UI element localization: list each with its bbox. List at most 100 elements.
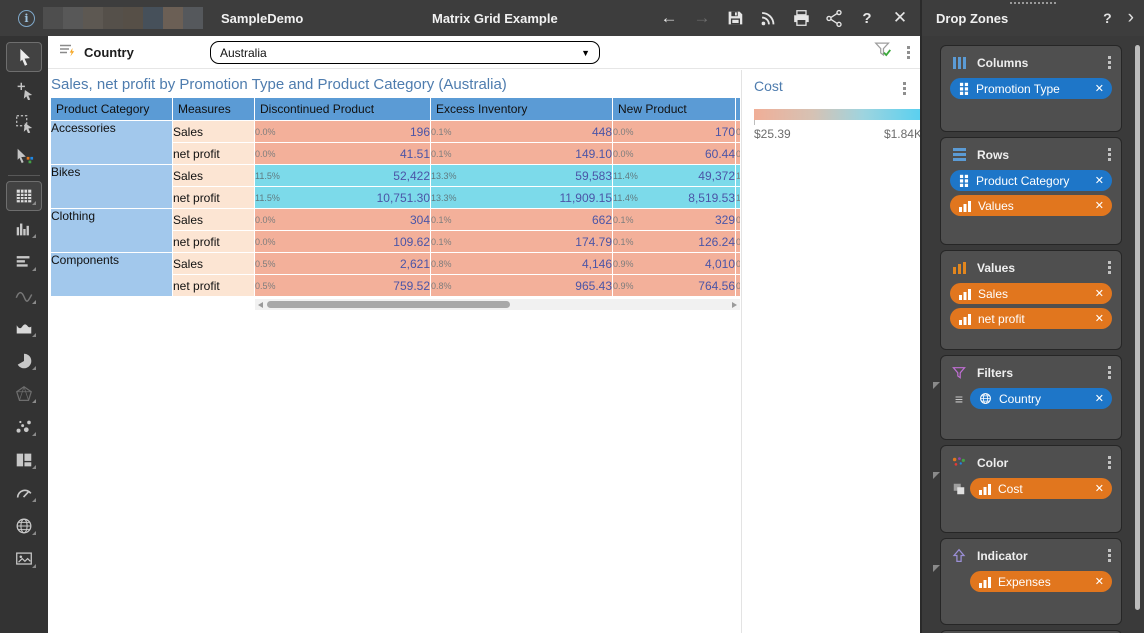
section-menu-icon[interactable] bbox=[1104, 52, 1115, 73]
smart-pointer-tool[interactable] bbox=[0, 139, 48, 172]
matrix-cell[interactable]: 0.0%196 bbox=[255, 121, 431, 143]
treemap-tool[interactable] bbox=[0, 443, 48, 476]
drop-zone-values[interactable]: Values Sales ✕ net profit ✕ bbox=[940, 250, 1122, 350]
matrix-cell[interactable]: 0.5%2,621 bbox=[255, 253, 431, 275]
measure-cell[interactable]: Sales bbox=[173, 209, 255, 231]
pill-product-category[interactable]: Product Category ✕ bbox=[950, 170, 1112, 191]
publish-rss-icon[interactable] bbox=[756, 6, 780, 30]
remove-icon[interactable]: ✕ bbox=[1095, 312, 1104, 325]
drop-zone-rows[interactable]: Rows Product Category ✕ Values ✕ bbox=[940, 137, 1122, 245]
legend-menu-icon[interactable] bbox=[899, 78, 910, 99]
matrix-cell[interactable]: 0.9%764.56 bbox=[613, 275, 736, 297]
matrix-cell[interactable]: 0.0%41.51 bbox=[255, 143, 431, 165]
section-menu-icon[interactable] bbox=[1104, 257, 1115, 278]
remove-icon[interactable]: ✕ bbox=[1095, 392, 1104, 405]
marquee-select-tool[interactable] bbox=[0, 106, 48, 139]
section-menu-icon[interactable] bbox=[1104, 452, 1115, 473]
measure-cell[interactable]: Sales bbox=[173, 121, 255, 143]
matrix-cell[interactable]: 11.4%8,519.53 bbox=[613, 187, 736, 209]
scroll-right-icon[interactable] bbox=[732, 302, 737, 308]
pill-sales[interactable]: Sales ✕ bbox=[950, 283, 1112, 304]
column-header[interactable]: Product Category bbox=[51, 98, 173, 121]
matrix-cell[interactable]: 0.1%174.79 bbox=[431, 231, 613, 253]
map-tool[interactable] bbox=[0, 509, 48, 542]
area-chart-tool[interactable] bbox=[0, 311, 48, 344]
collapse-marker[interactable] bbox=[933, 472, 940, 479]
forward-icon[interactable]: → bbox=[690, 6, 714, 30]
matrix-cell[interactable]: 13.3%11,909.15 bbox=[431, 187, 613, 209]
scatter-chart-tool[interactable] bbox=[0, 410, 48, 443]
filter-settings-icon[interactable] bbox=[873, 40, 893, 64]
matrix-cell[interactable]: 0.0%60.44 bbox=[613, 143, 736, 165]
matrix-cell[interactable]: 0.0%304 bbox=[255, 209, 431, 231]
column-header[interactable]: New Product bbox=[613, 98, 736, 121]
matrix-cell[interactable]: 13.3%59,583 bbox=[431, 165, 613, 187]
measure-cell[interactable]: Sales bbox=[173, 165, 255, 187]
close-icon[interactable]: ✕ bbox=[888, 6, 912, 30]
measure-cell[interactable]: Sales bbox=[173, 253, 255, 275]
pill-net-profit[interactable]: net profit ✕ bbox=[950, 308, 1112, 329]
gauge-tool[interactable] bbox=[0, 476, 48, 509]
scrollbar-thumb[interactable] bbox=[267, 301, 510, 308]
category-cell[interactable]: Bikes bbox=[51, 165, 173, 209]
remove-icon[interactable]: ✕ bbox=[1095, 287, 1104, 300]
pill-cost[interactable]: Cost ✕ bbox=[970, 478, 1112, 499]
measure-cell[interactable]: net profit bbox=[173, 231, 255, 253]
matrix-cell[interactable]: 0.0%109.62 bbox=[255, 231, 431, 253]
category-cell[interactable]: Accessories bbox=[51, 121, 173, 165]
pill-country[interactable]: Country ✕ bbox=[970, 388, 1112, 409]
remove-icon[interactable]: ✕ bbox=[1095, 199, 1104, 212]
drop-zone-columns[interactable]: Columns Promotion Type ✕ bbox=[940, 45, 1122, 132]
section-menu-icon[interactable] bbox=[1104, 362, 1115, 383]
filter-list-icon[interactable]: ≡ bbox=[950, 393, 968, 405]
section-menu-icon[interactable] bbox=[1104, 545, 1115, 566]
panel-gripper[interactable] bbox=[1010, 2, 1056, 4]
country-dropdown[interactable]: Australia ▼ bbox=[210, 41, 600, 64]
measure-cell[interactable]: net profit bbox=[173, 143, 255, 165]
pie-chart-tool[interactable] bbox=[0, 344, 48, 377]
select-tool[interactable] bbox=[0, 40, 48, 73]
matrix-cell[interactable]: 0.1%448 bbox=[431, 121, 613, 143]
remove-icon[interactable]: ✕ bbox=[1095, 482, 1104, 495]
panel-scrollbar[interactable] bbox=[1135, 45, 1140, 610]
category-cell[interactable]: Components bbox=[51, 253, 173, 297]
column-chart-tool[interactable] bbox=[0, 212, 48, 245]
grid-widget-tool[interactable] bbox=[0, 179, 48, 212]
matrix-cell[interactable]: 0.8%965.43 bbox=[431, 275, 613, 297]
drop-zone-filters[interactable]: Filters ≡ Country ✕ bbox=[940, 355, 1122, 440]
back-icon[interactable]: ← bbox=[657, 6, 681, 30]
share-icon[interactable] bbox=[822, 6, 846, 30]
remove-icon[interactable]: ✕ bbox=[1095, 174, 1104, 187]
matrix-cell[interactable]: 0.0%170 bbox=[613, 121, 736, 143]
matrix-cell[interactable]: 0.5%759.52 bbox=[255, 275, 431, 297]
section-menu-icon[interactable] bbox=[1104, 144, 1115, 165]
pill-promotion-type[interactable]: Promotion Type ✕ bbox=[950, 78, 1112, 99]
scroll-left-icon[interactable] bbox=[258, 302, 263, 308]
measure-cell[interactable]: net profit bbox=[173, 187, 255, 209]
matrix-cell[interactable]: 0.1%329 bbox=[613, 209, 736, 231]
filter-menu-icon[interactable] bbox=[903, 42, 914, 63]
collapse-panel-icon[interactable]: › bbox=[1128, 11, 1134, 25]
drop-zone-color[interactable]: Color Cost ✕ bbox=[940, 445, 1122, 533]
save-icon[interactable] bbox=[723, 6, 747, 30]
pill-values[interactable]: Values ✕ bbox=[950, 195, 1112, 216]
matrix-cell[interactable]: 11.5%10,751.30 bbox=[255, 187, 431, 209]
matrix-cell[interactable]: 0.1%662 bbox=[431, 209, 613, 231]
measure-cell[interactable]: net profit bbox=[173, 275, 255, 297]
column-header[interactable]: Excess Inventory bbox=[431, 98, 613, 121]
pill-expenses[interactable]: Expenses ✕ bbox=[970, 571, 1112, 592]
horizontal-scrollbar[interactable] bbox=[255, 299, 740, 310]
matrix-cell[interactable]: 0.1%126.24 bbox=[613, 231, 736, 253]
bar-chart-tool[interactable] bbox=[0, 245, 48, 278]
remove-icon[interactable]: ✕ bbox=[1095, 575, 1104, 588]
matrix-cell[interactable]: 11.5%52,422 bbox=[255, 165, 431, 187]
add-widget-tool[interactable] bbox=[0, 73, 48, 106]
matrix-cell[interactable]: 11.4%49,372 bbox=[613, 165, 736, 187]
remove-icon[interactable]: ✕ bbox=[1095, 82, 1104, 95]
help-icon[interactable]: ? bbox=[855, 6, 879, 30]
collapse-marker[interactable] bbox=[933, 565, 940, 572]
matrix-cell[interactable]: 0.8%4,146 bbox=[431, 253, 613, 275]
layers-icon[interactable] bbox=[950, 482, 968, 496]
radar-chart-tool[interactable] bbox=[0, 377, 48, 410]
column-header[interactable]: Measures bbox=[173, 98, 255, 121]
